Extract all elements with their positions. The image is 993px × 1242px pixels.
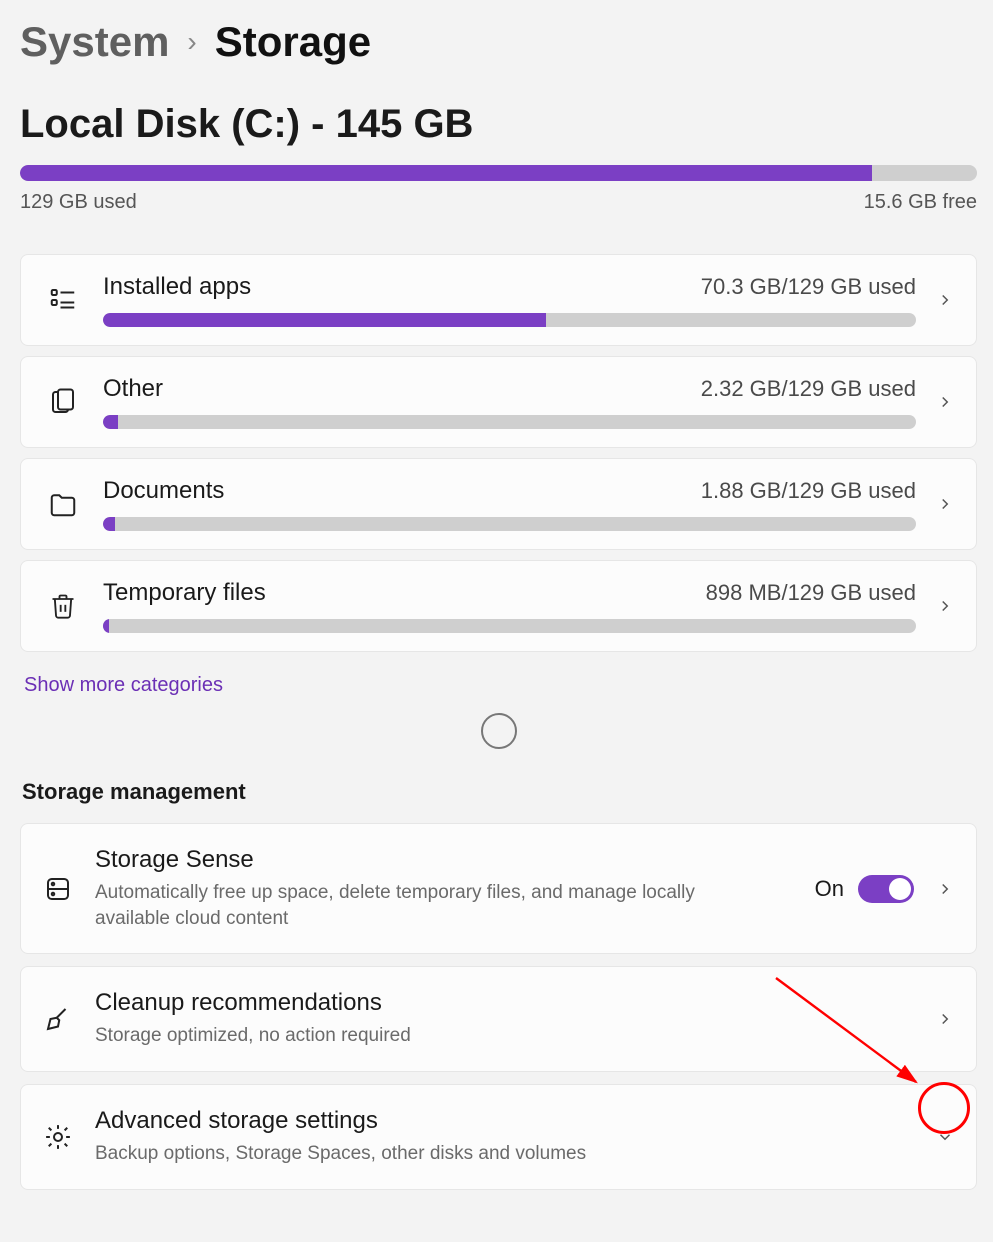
breadcrumb-current: Storage xyxy=(215,18,371,66)
category-documents[interactable]: Documents 1.88 GB/129 GB used xyxy=(20,458,977,550)
storage-sense-toggle[interactable] xyxy=(858,875,914,903)
category-bar xyxy=(103,313,916,327)
chevron-right-icon xyxy=(936,291,954,309)
chevron-right-icon xyxy=(936,1010,954,1028)
advanced-desc: Backup options, Storage Spaces, other di… xyxy=(95,1141,715,1167)
documents-icon xyxy=(43,489,83,519)
chevron-right-icon xyxy=(936,393,954,411)
category-title: Temporary files xyxy=(103,579,266,607)
breadcrumb: System › Storage xyxy=(20,18,977,66)
chevron-down-icon[interactable] xyxy=(936,1128,954,1146)
disk-usage-bar xyxy=(20,165,977,181)
other-icon xyxy=(43,387,83,417)
storage-sense-title: Storage Sense xyxy=(95,846,793,874)
cleanup-recommendations-row[interactable]: Cleanup recommendations Storage optimize… xyxy=(20,966,977,1072)
category-title: Other xyxy=(103,375,163,403)
cleanup-desc: Storage optimized, no action required xyxy=(95,1023,715,1049)
category-temporary-files[interactable]: Temporary files 898 MB/129 GB used xyxy=(20,560,977,652)
trash-icon xyxy=(43,592,83,620)
category-other[interactable]: Other 2.32 GB/129 GB used xyxy=(20,356,977,448)
category-usage: 898 MB/129 GB used xyxy=(706,580,916,606)
disk-usage-fill xyxy=(20,165,872,181)
advanced-storage-settings-row[interactable]: Advanced storage settings Backup options… xyxy=(20,1084,977,1190)
chevron-right-icon xyxy=(936,495,954,513)
category-bar xyxy=(103,415,916,429)
storage-sense-state: On xyxy=(815,876,844,902)
apps-icon xyxy=(43,285,83,315)
disk-used-label: 129 GB used xyxy=(20,191,137,214)
breadcrumb-parent[interactable]: System xyxy=(20,18,169,66)
category-bar xyxy=(103,619,916,633)
disk-title: Local Disk (C:) - 145 GB xyxy=(20,102,977,147)
category-usage: 1.88 GB/129 GB used xyxy=(701,478,916,504)
advanced-title: Advanced storage settings xyxy=(95,1107,914,1135)
category-usage: 70.3 GB/129 GB used xyxy=(701,274,916,300)
drive-icon xyxy=(43,874,73,904)
show-more-categories-link[interactable]: Show more categories xyxy=(24,674,977,697)
category-title: Installed apps xyxy=(103,273,251,301)
disk-free-label: 15.6 GB free xyxy=(864,191,977,214)
cleanup-title: Cleanup recommendations xyxy=(95,989,914,1017)
category-installed-apps[interactable]: Installed apps 70.3 GB/129 GB used xyxy=(20,254,977,346)
storage-sense-row[interactable]: Storage Sense Automatically free up spac… xyxy=(20,823,977,954)
category-usage: 2.32 GB/129 GB used xyxy=(701,376,916,402)
category-title: Documents xyxy=(103,477,224,505)
chevron-right-icon xyxy=(936,880,954,898)
loading-spinner-icon xyxy=(481,713,517,749)
gear-icon xyxy=(43,1122,73,1152)
chevron-right-icon: › xyxy=(187,26,196,58)
category-list: Installed apps 70.3 GB/129 GB used Ot xyxy=(20,254,977,652)
storage-management-heading: Storage management xyxy=(22,779,977,805)
storage-sense-desc: Automatically free up space, delete temp… xyxy=(95,880,715,931)
category-bar xyxy=(103,517,916,531)
broom-icon xyxy=(43,1004,73,1034)
chevron-right-icon xyxy=(936,597,954,615)
